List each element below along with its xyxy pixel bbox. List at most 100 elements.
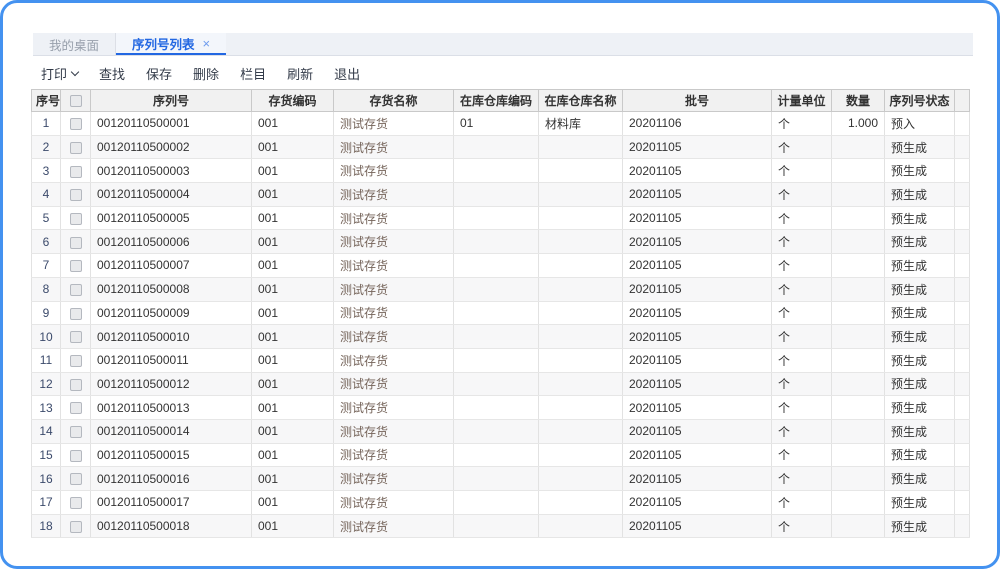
warehouse-name-cell [538, 419, 623, 444]
inventory-name-cell: 测试存货 [333, 135, 454, 160]
row-checkbox[interactable] [69, 449, 82, 462]
quantity-cell [831, 158, 885, 184]
row-checkbox-cell [60, 514, 91, 539]
status-cell: 预生成 [884, 135, 955, 160]
row-checkbox-cell [60, 490, 91, 515]
serial-number-cell: 00120110500010 [90, 324, 252, 349]
unit-cell: 个 [771, 443, 832, 468]
status-cell: 预生成 [884, 395, 955, 420]
table-row[interactable]: 10 00120110500010 001 测试存货 20201105 个 预生成 [31, 324, 970, 349]
table-row[interactable]: 3 00120110500003 001 测试存货 20201105 个 预生成 [31, 158, 970, 184]
close-icon[interactable]: × [203, 37, 211, 50]
table-row[interactable]: 15 00120110500015 001 测试存货 20201105 个 预生成 [31, 443, 970, 468]
print-button[interactable]: 打印 [41, 64, 80, 83]
serial-number-cell: 00120110500017 [90, 490, 252, 515]
inventory-code-cell: 001 [251, 443, 334, 468]
row-checkbox[interactable] [69, 331, 82, 344]
table-row[interactable]: 16 00120110500016 001 测试存货 20201105 个 预生成 [31, 466, 970, 491]
col-header-filler [954, 89, 970, 112]
table-row[interactable]: 14 00120110500014 001 测试存货 20201105 个 预生成 [31, 419, 970, 444]
inventory-code-cell: 001 [251, 229, 334, 255]
quantity-cell [831, 395, 885, 420]
row-checkbox[interactable] [69, 118, 82, 131]
batch-cell: 20201105 [622, 301, 772, 326]
table-row[interactable]: 2 00120110500002 001 测试存货 20201105 个 预生成 [31, 135, 970, 160]
serial-number-cell: 00120110500006 [90, 229, 252, 255]
table-row[interactable]: 17 00120110500017 001 测试存货 20201105 个 预生成 [31, 490, 970, 515]
columns-button[interactable]: 栏目 [240, 64, 266, 83]
table-row[interactable]: 1 00120110500001 001 测试存货 01 材料库 20201106 个 1.00… [31, 111, 970, 136]
row-checkbox[interactable] [69, 520, 82, 533]
warehouse-code-cell [453, 395, 539, 420]
app-window: 我的桌面 序列号列表 × 打印 查找 保存 删除 栏目 刷新 退出 序号 序列号… [0, 0, 1000, 569]
row-checkbox[interactable] [69, 473, 82, 486]
table-row[interactable]: 5 00120110500005 001 测试存货 20201105 个 预生成 [31, 206, 970, 231]
col-header-batch: 批号 [622, 89, 772, 112]
filler-cell [954, 419, 970, 444]
inventory-code-cell: 001 [251, 372, 334, 397]
unit-cell: 个 [771, 206, 832, 231]
row-checkbox[interactable] [69, 426, 82, 439]
filler-cell [954, 466, 970, 491]
row-checkbox[interactable] [69, 355, 82, 368]
row-checkbox[interactable] [69, 165, 82, 178]
batch-cell: 20201105 [622, 277, 772, 302]
unit-cell: 个 [771, 111, 832, 136]
refresh-button[interactable]: 刷新 [287, 64, 313, 83]
row-checkbox[interactable] [69, 307, 82, 320]
inventory-name-cell: 测试存货 [333, 111, 454, 136]
row-checkbox-cell [60, 182, 91, 207]
select-all-checkbox[interactable] [69, 95, 82, 108]
tab-my-desktop[interactable]: 我的桌面 [33, 33, 117, 55]
inventory-code-cell: 001 [251, 111, 334, 136]
warehouse-code-cell: 01 [453, 111, 539, 136]
table-row[interactable]: 13 00120110500013 001 测试存货 20201105 个 预生成 [31, 395, 970, 420]
status-cell: 预生成 [884, 348, 955, 373]
filler-cell [954, 324, 970, 349]
row-checkbox[interactable] [69, 236, 82, 249]
table-row[interactable]: 11 00120110500011 001 测试存货 20201105 个 预生成 [31, 348, 970, 373]
find-button[interactable]: 查找 [99, 64, 125, 83]
table-row[interactable]: 4 00120110500004 001 测试存货 20201105 个 预生成 [31, 182, 970, 207]
table-row[interactable]: 6 00120110500006 001 测试存货 20201105 个 预生成 [31, 229, 970, 255]
row-checkbox-cell [60, 324, 91, 349]
quantity-cell [831, 182, 885, 207]
unit-cell: 个 [771, 301, 832, 326]
tab-serial-list-label: 序列号列表 [132, 37, 195, 52]
tab-serial-list[interactable]: 序列号列表 × [116, 33, 227, 55]
status-cell: 预生成 [884, 158, 955, 184]
quantity-cell [831, 253, 885, 278]
inventory-code-cell: 001 [251, 182, 334, 207]
row-checkbox[interactable] [69, 283, 82, 296]
delete-button[interactable]: 删除 [193, 64, 219, 83]
table-body: 1 00120110500001 001 测试存货 01 材料库 20201106 个 1.00… [31, 111, 970, 539]
row-number: 16 [31, 466, 61, 491]
batch-cell: 20201105 [622, 206, 772, 231]
warehouse-code-cell [453, 229, 539, 255]
batch-cell: 20201105 [622, 158, 772, 184]
row-checkbox[interactable] [69, 189, 82, 202]
row-number: 4 [31, 182, 61, 207]
table-row[interactable]: 7 00120110500007 001 测试存货 20201105 个 预生成 [31, 253, 970, 278]
filler-cell [954, 301, 970, 326]
row-checkbox[interactable] [69, 378, 82, 391]
row-number: 3 [31, 158, 61, 184]
row-checkbox[interactable] [69, 497, 82, 510]
row-checkbox[interactable] [69, 260, 82, 273]
warehouse-code-cell [453, 466, 539, 491]
save-button[interactable]: 保存 [146, 64, 172, 83]
table-row[interactable]: 8 00120110500008 001 测试存货 20201105 个 预生成 [31, 277, 970, 302]
status-cell: 预生成 [884, 466, 955, 491]
table-row[interactable]: 9 00120110500009 001 测试存货 20201105 个 预生成 [31, 301, 970, 326]
row-checkbox[interactable] [69, 212, 82, 225]
row-checkbox-cell [60, 135, 91, 160]
row-checkbox[interactable] [69, 402, 82, 415]
row-checkbox[interactable] [69, 141, 82, 154]
unit-cell: 个 [771, 466, 832, 491]
inventory-name-cell: 测试存货 [333, 443, 454, 468]
table-row[interactable]: 12 00120110500012 001 测试存货 20201105 个 预生成 [31, 372, 970, 397]
filler-cell [954, 514, 970, 539]
exit-button[interactable]: 退出 [334, 64, 360, 83]
table-row[interactable]: 18 00120110500018 001 测试存货 20201105 个 预生成 [31, 514, 970, 539]
row-number: 1 [31, 111, 61, 136]
